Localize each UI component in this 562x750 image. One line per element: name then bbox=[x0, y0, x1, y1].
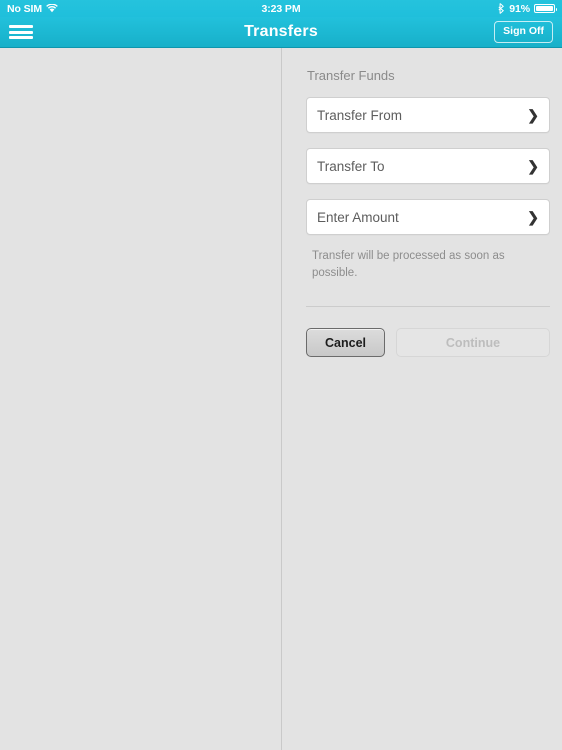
transfer-from-label: Transfer From bbox=[317, 107, 403, 123]
battery-fill bbox=[536, 6, 553, 11]
hamburger-bar bbox=[9, 36, 33, 39]
content-area: Transfer Funds Transfer From ❯ Transfer … bbox=[0, 48, 562, 750]
wifi-icon bbox=[46, 4, 58, 13]
sign-off-button[interactable]: Sign Off bbox=[494, 21, 553, 43]
transfer-from-field[interactable]: Transfer From ❯ bbox=[306, 97, 550, 133]
hamburger-bar bbox=[9, 25, 33, 28]
enter-amount-label: Enter Amount bbox=[317, 209, 399, 225]
transfers-screen: No SIM 3:23 PM 91% Transfers Sign Off Tr… bbox=[0, 0, 562, 750]
carrier-label: No SIM bbox=[7, 2, 42, 15]
transfer-form-panel: Transfer Funds Transfer From ❯ Transfer … bbox=[282, 48, 562, 750]
chevron-right-icon: ❯ bbox=[527, 209, 539, 225]
enter-amount-field[interactable]: Enter Amount ❯ bbox=[306, 199, 550, 235]
status-bar-time: 3:23 PM bbox=[261, 2, 301, 15]
page-title: Transfers bbox=[244, 23, 318, 40]
continue-button[interactable]: Continue bbox=[396, 328, 550, 358]
chevron-right-icon: ❯ bbox=[527, 107, 539, 123]
status-bar: No SIM 3:23 PM 91% bbox=[0, 0, 562, 17]
transfer-to-label: Transfer To bbox=[317, 158, 385, 174]
hamburger-bar bbox=[9, 30, 33, 34]
section-divider bbox=[306, 306, 550, 308]
hamburger-menu-icon[interactable] bbox=[9, 23, 33, 41]
status-bar-right: 91% bbox=[497, 2, 557, 15]
battery-icon bbox=[534, 4, 557, 13]
left-empty-panel bbox=[0, 48, 282, 750]
bluetooth-icon bbox=[498, 3, 505, 14]
cancel-button[interactable]: Cancel bbox=[306, 328, 385, 358]
battery-percent-label: 91% bbox=[509, 2, 530, 15]
helper-text: Transfer will be processed as soon as po… bbox=[312, 250, 505, 279]
section-title: Transfer Funds bbox=[307, 68, 395, 83]
transfer-to-field[interactable]: Transfer To ❯ bbox=[306, 148, 550, 184]
chevron-right-icon: ❯ bbox=[527, 158, 539, 174]
status-bar-left: No SIM bbox=[7, 3, 58, 15]
form-actions: Cancel Continue bbox=[306, 328, 550, 358]
navigation-bar: Transfers Sign Off bbox=[0, 17, 562, 48]
